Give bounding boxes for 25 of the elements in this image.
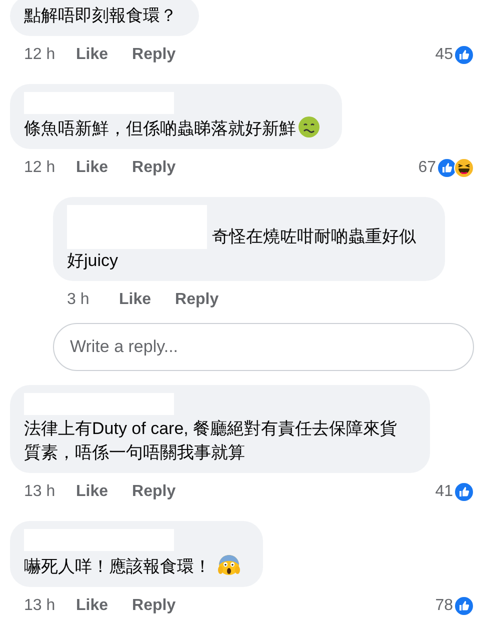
reply-link[interactable]: Reply <box>132 46 176 64</box>
like-link[interactable]: Like <box>76 159 108 177</box>
reaction-count: 41 <box>435 483 453 501</box>
reaction-count: 67 <box>418 159 436 177</box>
comment-text: 嚇死人咩！應該報食環！ <box>24 557 211 576</box>
like-link[interactable]: Like <box>119 291 152 309</box>
reply-link[interactable]: Reply <box>132 597 176 615</box>
reaction-count: 45 <box>435 46 453 64</box>
reaction-count: 78 <box>435 597 453 615</box>
reply-link[interactable]: Reply <box>175 291 219 309</box>
comment-text: 條魚唔新鮮，但係啲蟲睇落就好新鮮 <box>24 119 296 138</box>
comment-time: 3 h <box>67 291 90 309</box>
reply-link[interactable]: Reply <box>132 159 176 177</box>
comment-text: 奇怪在燒咗咁耐啲蟲重好似好juicy <box>67 227 416 270</box>
like-link[interactable]: Like <box>76 483 108 501</box>
comment-time: 13 h <box>24 483 56 501</box>
comment-time: 12 h <box>24 159 56 177</box>
comment-time: 12 h <box>24 46 56 64</box>
comment-text: 法律上有Duty of care, 餐廳絕對有責任去保障來貨質素，唔係一句唔關我事就算 <box>24 419 398 462</box>
comment-text: 點解唔即刻報食環？ <box>24 6 177 25</box>
like-link[interactable]: Like <box>76 46 108 64</box>
reply-input-field[interactable]: Write a reply... <box>53 323 474 371</box>
comment-time: 13 h <box>24 597 56 615</box>
like-link[interactable]: Like <box>76 597 108 615</box>
reply-link[interactable]: Reply <box>132 483 176 501</box>
